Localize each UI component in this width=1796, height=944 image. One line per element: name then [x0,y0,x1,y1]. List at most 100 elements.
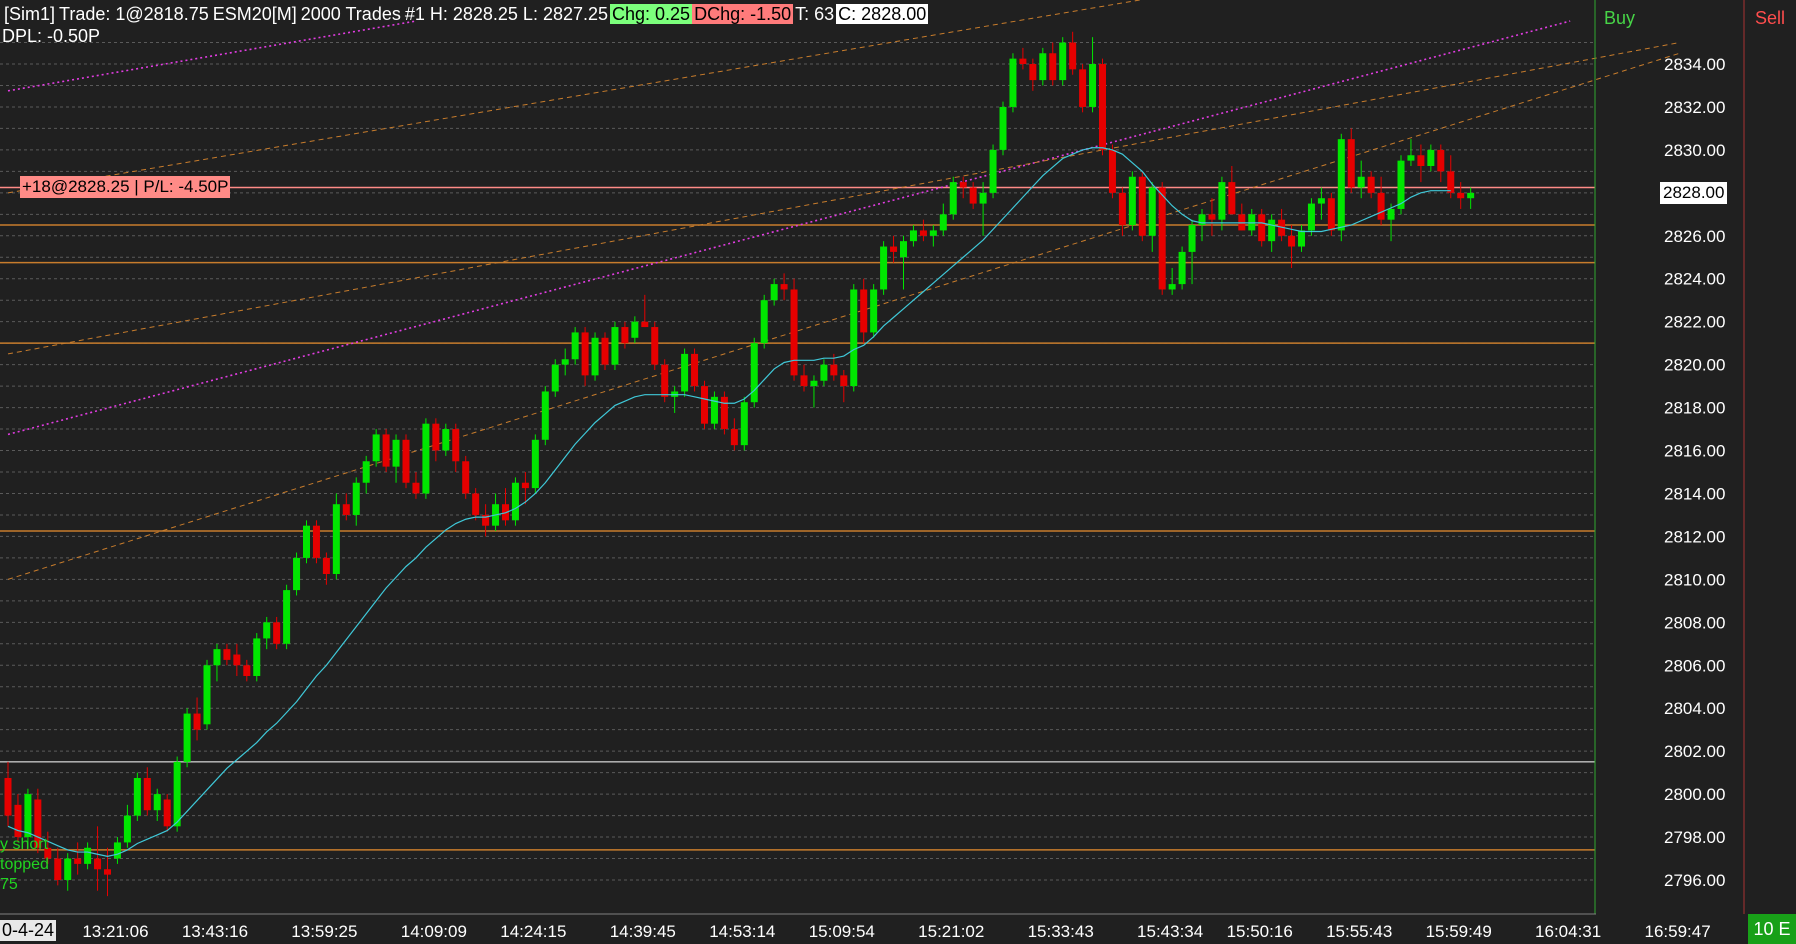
y-tick-label: 2820.00 [1664,356,1725,375]
candle-body [870,289,878,333]
candle-body [1069,42,1077,70]
candle-body [631,321,639,338]
buy-button[interactable]: Buy [1604,8,1635,29]
candle-body [800,375,808,387]
sell-button[interactable]: Sell [1755,8,1785,29]
candle-body [203,665,211,725]
candle-body [362,461,370,483]
candle-body [332,504,340,574]
y-tick-label: 2824.00 [1664,270,1725,289]
candle-body [432,423,440,451]
candle-body [1367,176,1375,193]
candle-body [1228,182,1236,215]
candle-body [1158,187,1166,290]
x-tick-label: 15:09:54 [809,922,875,941]
candle-body [1467,192,1475,199]
candle-body [959,182,967,188]
candle-body [303,525,310,558]
candle-body [561,359,569,365]
candle-body [1457,192,1465,199]
candle-body [382,434,390,467]
candle-body [342,504,350,515]
x-tick-label: 16:04:31 [1535,922,1601,941]
candle-body [1029,64,1037,81]
candle-body [571,332,579,360]
candle-body [511,482,519,521]
y-tick-label: 2798.00 [1664,828,1725,847]
candle-body [1079,69,1087,107]
x-tick-label: 13:21:06 [82,922,148,941]
candle-body [810,380,818,387]
candle-body [1407,155,1415,161]
candle-body [293,557,301,591]
candle-body [691,353,699,387]
candle-body [681,353,689,392]
candle-body [442,429,450,451]
bar-info-label: #1 H: 2828.25 L: 2827.25 [404,4,609,24]
chart-header: [Sim1] Trade: 1@2818.75 ESM20[M] 2000 Trade… [2,2,929,26]
candle-body [104,869,111,875]
candle-body [322,557,330,574]
candle-body [701,386,708,424]
candle-body [1039,53,1047,81]
candle-body [1298,230,1305,247]
candle-body [263,622,271,639]
y-tick-label: 2802.00 [1664,742,1725,761]
price-chart[interactable]: 2834.00 2832.00 2830.00 2828.00 2826.00 2824.… [0,0,1796,944]
candle-body [223,649,231,660]
y-tick-label: 2830.00 [1664,141,1725,160]
x-tick-label: 16:59:47 [1645,922,1711,941]
candle-body [273,622,281,644]
candle-body [1437,149,1445,172]
candle-body [113,842,121,859]
corner-badge[interactable]: 10 E [1748,914,1796,944]
candle-body [1168,284,1176,290]
candle-body [392,439,400,467]
candle-body [1208,214,1216,220]
candle-body [4,778,12,816]
candle-body [14,804,22,838]
x-tick-label: 15:33:43 [1028,922,1094,941]
candle-body [64,858,72,880]
y-tick-label: 2810.00 [1664,570,1725,589]
y-tick-label: 2796.00 [1664,871,1725,890]
period-label: 2000 Trades [300,4,401,24]
close-badge: C: 2828.00 [836,4,929,24]
candle-body [462,461,470,494]
candle-body [1009,58,1017,107]
candle-body [521,482,529,489]
candle-body [1188,225,1196,252]
annotation-label: 75 [0,876,18,893]
x-tick-label: 15:43:34 [1137,922,1203,941]
daily-change-badge: DChg: -1.50 [692,4,794,24]
candle-body [661,364,669,397]
candle-body [1417,155,1425,166]
candle-body [840,375,848,387]
candle-body [1337,139,1345,231]
candle-body [919,230,927,236]
candle-body [253,638,261,676]
y-tick-label: 2818.00 [1664,399,1725,418]
candle-body [591,337,599,376]
y-tick-label: 2812.00 [1664,527,1725,546]
candle-body [1138,176,1146,236]
y-tick-label: 2832.00 [1664,98,1725,117]
candle-body [651,327,659,365]
candle-body [74,858,82,864]
candle-body [1268,219,1276,242]
x-tick-label: 15:55:43 [1326,922,1392,941]
candle-body [84,847,92,864]
candle-body [641,321,649,328]
candle-body [283,590,291,644]
candle-body [183,713,191,762]
position-label[interactable]: +18@2828.25 | P/L: -4.50P [20,176,231,198]
candle-body [1118,192,1126,226]
candle-body [900,241,907,258]
change-badge: Chg: 0.25 [610,4,693,24]
candle-body [163,799,171,827]
y-tick-label: 2816.00 [1664,442,1725,461]
candle-body [1317,198,1325,204]
candle-body [1327,198,1335,231]
x-axis-labels: 13:21:06 13:43:16 13:59:25 14:09:09 14:24:15… [82,922,1796,941]
candle-body [243,665,251,676]
